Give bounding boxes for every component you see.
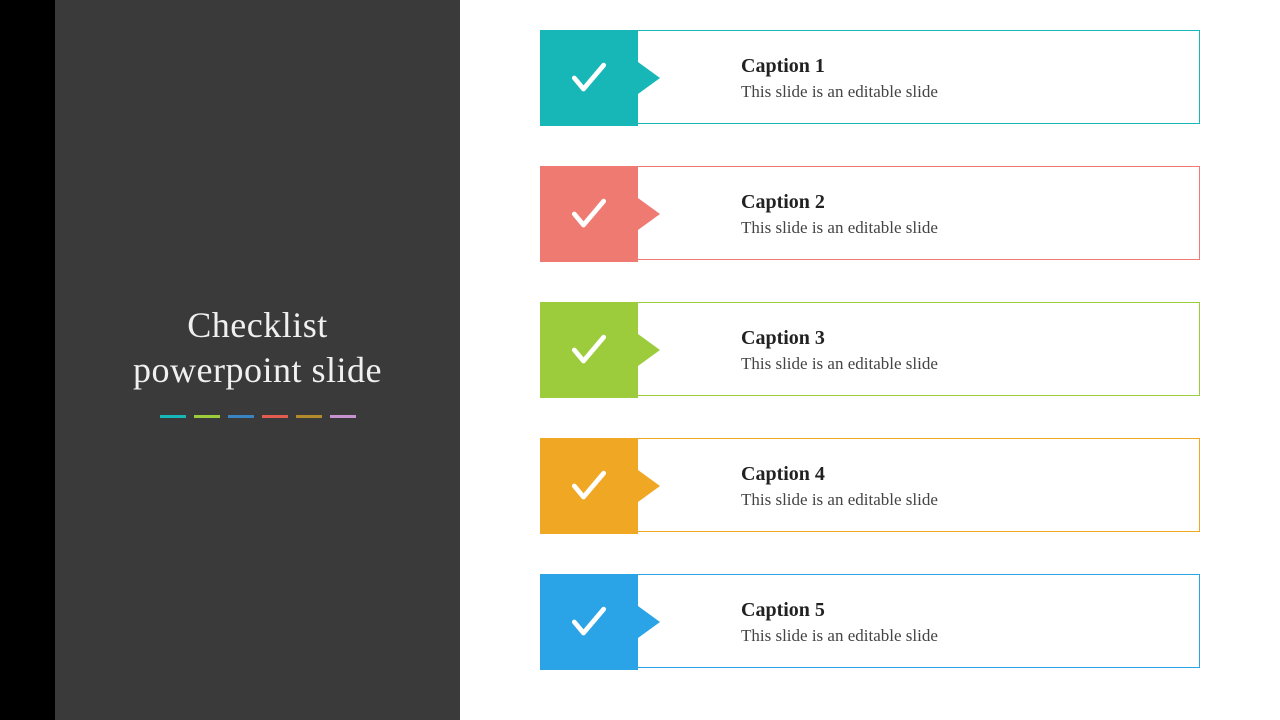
item-subtitle: This slide is an editable slide [741, 218, 938, 238]
accent-dash [194, 415, 220, 418]
arrow-icon [638, 606, 660, 638]
arrow-icon [638, 62, 660, 94]
item-tag [540, 574, 638, 670]
item-subtitle: This slide is an editable slide [741, 354, 938, 374]
check-icon [567, 600, 611, 644]
accent-dash [296, 415, 322, 418]
item-subtitle: This slide is an editable slide [741, 490, 938, 510]
title-panel: Checklist powerpoint slide [55, 0, 460, 720]
checklist-item: Caption 3 This slide is an editable slid… [540, 302, 1200, 396]
accent-dash [330, 415, 356, 418]
item-tag [540, 30, 638, 126]
accent-dash [228, 415, 254, 418]
checklist: Caption 1 This slide is an editable slid… [540, 30, 1220, 668]
item-tag [540, 302, 638, 398]
arrow-icon [638, 470, 660, 502]
arrow-icon [638, 198, 660, 230]
arrow-icon [638, 334, 660, 366]
item-text: Caption 3 This slide is an editable slid… [741, 303, 938, 397]
slide-stage: Checklist powerpoint slide Caption 1 Thi… [0, 0, 1280, 720]
item-text: Caption 1 This slide is an editable slid… [741, 31, 938, 125]
item-subtitle: This slide is an editable slide [741, 626, 938, 646]
accent-dash [262, 415, 288, 418]
checklist-item: Caption 4 This slide is an editable slid… [540, 438, 1200, 532]
item-text: Caption 5 This slide is an editable slid… [741, 575, 938, 669]
accent-dash [160, 415, 186, 418]
checklist-item: Caption 1 This slide is an editable slid… [540, 30, 1200, 124]
item-text: Caption 4 This slide is an editable slid… [741, 439, 938, 533]
item-caption: Caption 1 [741, 55, 938, 78]
check-icon [567, 464, 611, 508]
check-icon [567, 328, 611, 372]
title-line-1: Checklist [187, 305, 327, 345]
item-caption: Caption 4 [741, 463, 938, 486]
item-tag [540, 166, 638, 262]
check-icon [567, 56, 611, 100]
item-caption: Caption 2 [741, 191, 938, 214]
accent-dash-row [160, 415, 356, 418]
item-tag [540, 438, 638, 534]
slide-title: Checklist powerpoint slide [133, 303, 382, 393]
checklist-item: Caption 2 This slide is an editable slid… [540, 166, 1200, 260]
checklist-item: Caption 5 This slide is an editable slid… [540, 574, 1200, 668]
title-line-2: powerpoint slide [133, 350, 382, 390]
check-icon [567, 192, 611, 236]
item-caption: Caption 5 [741, 599, 938, 622]
item-text: Caption 2 This slide is an editable slid… [741, 167, 938, 261]
item-caption: Caption 3 [741, 327, 938, 350]
left-black-strip [0, 0, 55, 720]
item-subtitle: This slide is an editable slide [741, 82, 938, 102]
